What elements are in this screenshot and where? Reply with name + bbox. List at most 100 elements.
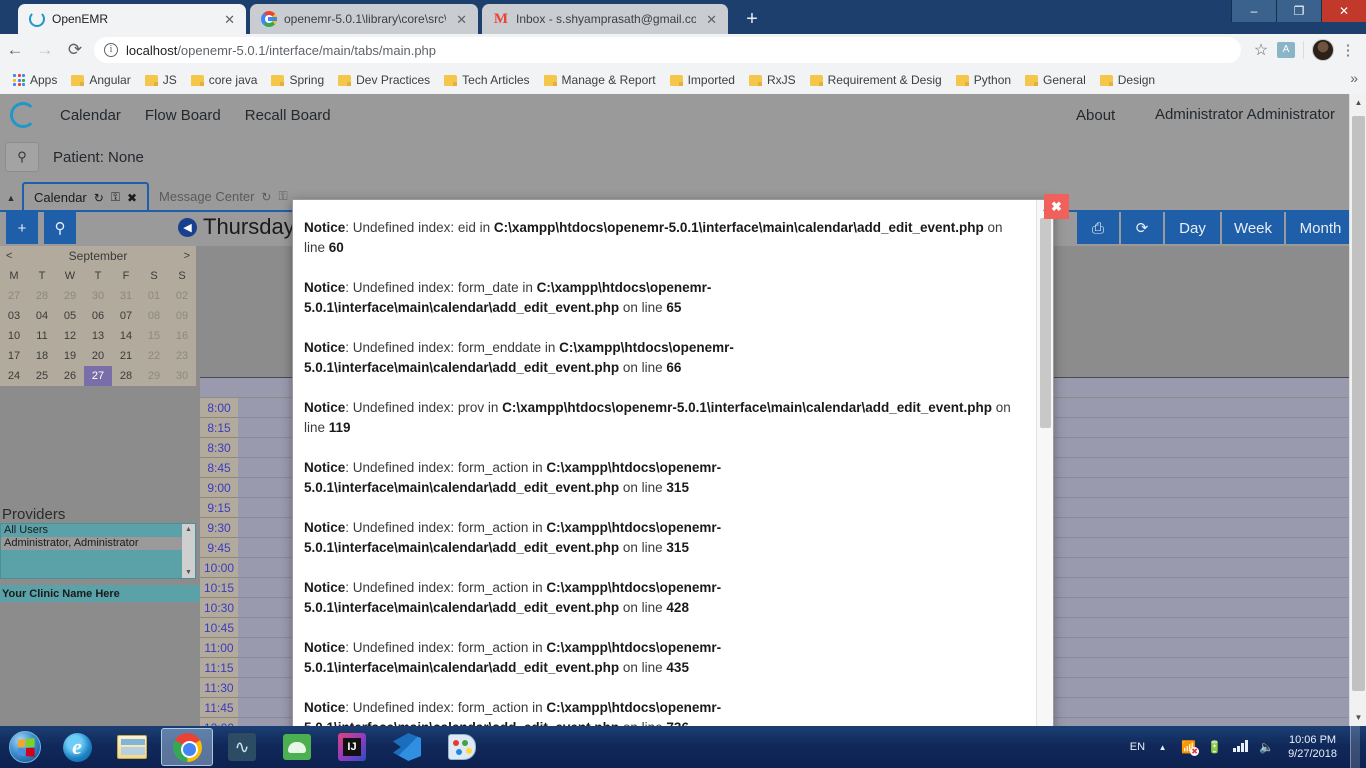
mini-calendar-day[interactable]: 20 bbox=[84, 346, 112, 366]
view-day-button[interactable]: Day bbox=[1165, 212, 1220, 244]
new-tab-button[interactable]: + bbox=[738, 8, 766, 32]
mini-calendar-day[interactable]: 19 bbox=[56, 346, 84, 366]
nav-item-recall-board[interactable]: Recall Board bbox=[233, 107, 343, 124]
scroll-down-icon[interactable]: ▼ bbox=[1350, 709, 1366, 726]
browser-tab-openemr-library[interactable]: openemr-5.0.1\library\core\src\H ✕ bbox=[250, 4, 478, 34]
bookmark-tech-articles[interactable]: Tech Articles bbox=[437, 71, 536, 89]
bookmark-js[interactable]: JS bbox=[138, 71, 184, 89]
tab-close-icon[interactable]: ✕ bbox=[703, 13, 720, 26]
mini-calendar-day[interactable]: 31 bbox=[112, 286, 140, 306]
mini-calendar-day[interactable]: 05 bbox=[56, 306, 84, 326]
chrome-menu-icon[interactable]: ⋮ bbox=[1338, 43, 1358, 58]
show-desktop-button[interactable] bbox=[1350, 726, 1360, 768]
mini-calendar-day[interactable]: 07 bbox=[112, 306, 140, 326]
mini-calendar-day[interactable]: 08 bbox=[140, 306, 168, 326]
mini-calendar-day[interactable]: 30 bbox=[84, 286, 112, 306]
bookmark-python[interactable]: Python bbox=[949, 71, 1018, 89]
mini-calendar-day-selected[interactable]: 27 bbox=[84, 366, 112, 386]
bookmark-design[interactable]: Design bbox=[1093, 71, 1162, 89]
volume-icon[interactable]: 🔈 bbox=[1258, 740, 1275, 754]
mini-calendar-day[interactable]: 15 bbox=[140, 326, 168, 346]
lock-icon[interactable]: ⚿ bbox=[111, 190, 120, 205]
mini-calendar-day[interactable]: 30 bbox=[168, 366, 196, 386]
mini-calendar-day[interactable]: 04 bbox=[28, 306, 56, 326]
signal-bars-icon[interactable] bbox=[1232, 739, 1249, 755]
taskbar-vs-code[interactable] bbox=[381, 728, 433, 766]
mini-calendar-day[interactable]: 10 bbox=[0, 326, 28, 346]
browser-tab-openemr[interactable]: OpenEMR ✕ bbox=[18, 4, 246, 34]
mini-calendar-day[interactable]: 13 bbox=[84, 326, 112, 346]
lock-icon[interactable]: ⚿ bbox=[278, 189, 287, 204]
show-hidden-icons-icon[interactable]: ▲ bbox=[1154, 743, 1171, 752]
mini-calendar-day[interactable]: 29 bbox=[56, 286, 84, 306]
scroll-down-icon[interactable]: ▼ bbox=[185, 569, 192, 576]
next-month-icon[interactable]: > bbox=[184, 250, 190, 262]
taskbar-clock[interactable]: 10:06 PM 9/27/2018 bbox=[1284, 733, 1341, 761]
mini-calendar-day[interactable]: 17 bbox=[0, 346, 28, 366]
scrollbar-thumb[interactable] bbox=[1352, 116, 1365, 691]
scroll-up-icon[interactable]: ▲ bbox=[1350, 94, 1366, 111]
window-minimize-button[interactable]: – bbox=[1231, 0, 1276, 22]
mini-calendar-day[interactable]: 16 bbox=[168, 326, 196, 346]
extension-icon[interactable]: A bbox=[1277, 42, 1295, 58]
mini-calendar-day[interactable]: 03 bbox=[0, 306, 28, 326]
calendar-search-button[interactable]: ⚲ bbox=[44, 212, 76, 244]
providers-scrollbar[interactable]: ▲ ▼ bbox=[182, 524, 195, 578]
tab-close-icon[interactable]: ✕ bbox=[453, 13, 470, 26]
mini-calendar-day[interactable]: 28 bbox=[28, 286, 56, 306]
mini-calendar-day[interactable]: 22 bbox=[140, 346, 168, 366]
network-disconnected-icon[interactable]: 📶 bbox=[1180, 740, 1200, 756]
app-tab-message-center[interactable]: Message Center ↻ ⚿ bbox=[149, 182, 298, 211]
bookmark-general[interactable]: General bbox=[1018, 71, 1093, 89]
view-month-button[interactable]: Month bbox=[1286, 212, 1355, 244]
taskbar-chrome[interactable] bbox=[161, 728, 213, 766]
page-info-icon[interactable]: i bbox=[104, 43, 118, 57]
page-scrollbar[interactable]: ▲ ▼ bbox=[1349, 94, 1366, 726]
mini-calendar-day[interactable]: 27 bbox=[0, 286, 28, 306]
refresh-icon[interactable]: ↻ bbox=[94, 191, 104, 205]
mini-calendar-day[interactable]: 14 bbox=[112, 326, 140, 346]
mini-calendar-day[interactable]: 11 bbox=[28, 326, 56, 346]
bookmark-requirement-design[interactable]: Requirement & Desig bbox=[803, 71, 949, 89]
bookmark-apps[interactable]: Apps bbox=[6, 71, 64, 89]
mini-calendar-day[interactable]: 28 bbox=[112, 366, 140, 386]
start-button[interactable] bbox=[2, 728, 48, 766]
reload-button[interactable]: ⟳ bbox=[60, 40, 90, 60]
providers-list[interactable]: All Users Administrator, Administrator ▲… bbox=[0, 523, 196, 579]
app-tab-calendar[interactable]: Calendar ↻ ⚿ ✖ bbox=[22, 182, 150, 211]
calendar-refresh-button[interactable]: ⟳ bbox=[1121, 212, 1163, 244]
taskbar-paint[interactable] bbox=[436, 728, 488, 766]
forward-button[interactable]: → bbox=[30, 40, 60, 60]
taskbar-file-explorer[interactable] bbox=[106, 728, 158, 766]
mini-calendar-day[interactable]: 21 bbox=[112, 346, 140, 366]
add-event-button[interactable]: + bbox=[6, 212, 38, 244]
patient-search-icon[interactable]: ⚲ bbox=[5, 142, 39, 172]
mini-calendar-day[interactable]: 12 bbox=[56, 326, 84, 346]
browser-tab-gmail-inbox[interactable]: M Inbox - s.shyamprasath@gmail.co ✕ bbox=[482, 4, 728, 34]
bookmark-imported[interactable]: Imported bbox=[663, 71, 742, 89]
bookmark-spring[interactable]: Spring bbox=[264, 71, 331, 89]
mini-calendar-day[interactable]: 26 bbox=[56, 366, 84, 386]
mini-calendar-day[interactable]: 01 bbox=[140, 286, 168, 306]
mini-calendar-day[interactable]: 18 bbox=[28, 346, 56, 366]
nav-item-about[interactable]: About bbox=[1064, 107, 1127, 124]
taskbar-intellij-idea[interactable] bbox=[326, 728, 378, 766]
refresh-icon[interactable]: ↻ bbox=[261, 190, 271, 204]
bookmark-angular[interactable]: Angular bbox=[64, 71, 137, 89]
bookmarks-overflow-icon[interactable]: » bbox=[1350, 70, 1358, 86]
taskbar-mysql-workbench[interactable]: ∿ bbox=[216, 728, 268, 766]
collapse-tabs-icon[interactable]: ▲ bbox=[0, 193, 22, 211]
mini-calendar-day[interactable]: 09 bbox=[168, 306, 196, 326]
provider-item-administrator[interactable]: Administrator, Administrator bbox=[1, 537, 195, 550]
bookmark-star-icon[interactable]: ☆ bbox=[1249, 40, 1273, 60]
mini-calendar-day[interactable]: 23 bbox=[168, 346, 196, 366]
taskbar-tortoise[interactable] bbox=[271, 728, 323, 766]
tab-close-icon[interactable]: ✕ bbox=[221, 13, 238, 26]
battery-icon[interactable]: 🔋 bbox=[1206, 740, 1223, 754]
mini-calendar-day[interactable]: 06 bbox=[84, 306, 112, 326]
dialog-close-button[interactable]: ✖ bbox=[1044, 194, 1069, 219]
profile-avatar[interactable] bbox=[1312, 39, 1334, 61]
language-indicator[interactable]: EN bbox=[1130, 741, 1145, 753]
bookmark-manage-report[interactable]: Manage & Report bbox=[537, 71, 663, 89]
dialog-vertical-scrollbar[interactable]: ▲ ▼ bbox=[1036, 200, 1053, 726]
